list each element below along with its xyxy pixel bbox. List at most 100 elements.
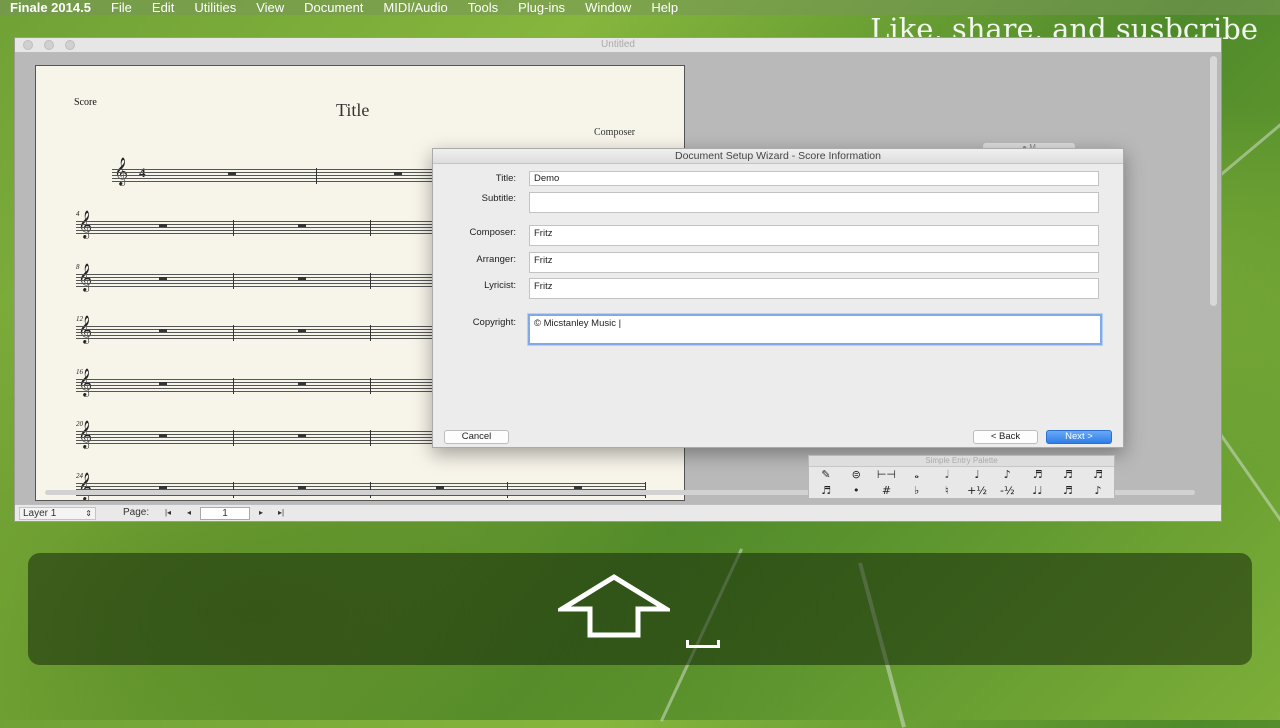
whole-rest <box>159 277 167 280</box>
palette-tool-icon[interactable]: ♩ <box>964 468 990 482</box>
page-number-input[interactable]: 1 <box>200 507 250 520</box>
back-button[interactable]: < Back <box>973 430 1038 444</box>
layer-value: Layer 1 <box>23 508 57 519</box>
whole-rest <box>298 434 306 437</box>
palette-tool-icon[interactable]: ♬ <box>1085 468 1111 482</box>
palette-title: Simple Entry Palette <box>809 456 1114 467</box>
first-page-icon[interactable]: |◂ <box>161 507 175 519</box>
barline <box>233 430 234 446</box>
next-button[interactable]: Next > <box>1046 430 1112 444</box>
whole-rest <box>228 172 236 175</box>
whole-rest <box>436 486 444 489</box>
dialog-title: Document Setup Wizard - Score Informatio… <box>433 149 1123 164</box>
palette-tool-icon[interactable]: ♬ <box>1025 468 1051 482</box>
palette-tool-icon[interactable]: ♮ <box>934 484 960 497</box>
simple-entry-palette: Simple Entry Palette ✎ ⊜ ⊢⊣ 𝅝 𝅗𝅥 ♩ ♪ ♬ ♬… <box>808 455 1115 499</box>
barline <box>233 273 234 289</box>
composer-field[interactable]: Fritz <box>529 225 1099 246</box>
palette-tool-icon[interactable]: ♬ <box>1055 484 1081 497</box>
palette-tool-icon[interactable]: ♪ <box>994 468 1020 482</box>
palette-tool-icon[interactable]: • <box>843 484 869 497</box>
menu-plugins[interactable]: Plug-ins <box>518 0 565 15</box>
arranger-label: Arranger: <box>476 254 516 265</box>
whole-rest <box>159 434 167 437</box>
composer-label: Composer: <box>469 227 516 238</box>
barline <box>370 378 371 394</box>
document-setup-wizard-dialog: Document Setup Wizard - Score Informatio… <box>432 148 1124 448</box>
title-field[interactable]: Demo <box>529 171 1099 186</box>
status-bar: Layer 1 ⇕ Page: |◂ ◂ 1 ▸ ▸| <box>15 504 1221 521</box>
menu-midi-audio[interactable]: MIDI/Audio <box>383 0 447 15</box>
previous-page-icon[interactable]: ◂ <box>182 507 196 519</box>
whole-rest <box>159 224 167 227</box>
palette-tool-icon[interactable]: 𝅝 <box>904 468 930 482</box>
minimize-window-icon[interactable] <box>44 40 54 50</box>
title-label: Title: <box>495 173 516 184</box>
menu-tools[interactable]: Tools <box>468 0 498 15</box>
lyricist-field[interactable]: Fritz <box>529 278 1099 299</box>
subtitle-label: Subtitle: <box>481 193 516 204</box>
lyricist-label: Lyricist: <box>484 280 516 291</box>
palette-row-2: ♬ • # ♭ ♮ +½ -½ ♩♩ ♬ ♪ <box>813 484 1111 497</box>
menu-window[interactable]: Window <box>585 0 631 15</box>
score-title[interactable]: Title <box>336 100 369 121</box>
layer-select[interactable]: Layer 1 ⇕ <box>19 507 96 520</box>
palette-tool-icon[interactable]: 𝅗𝅥 <box>934 468 960 482</box>
whole-rest <box>298 382 306 385</box>
menu-document[interactable]: Document <box>304 0 363 15</box>
palette-tool-icon[interactable]: ♩♩ <box>1025 484 1051 497</box>
palette-tool-icon[interactable]: ♪ <box>1085 484 1111 497</box>
next-page-icon[interactable]: ▸ <box>254 507 268 519</box>
score-label: Score <box>74 97 97 108</box>
palette-tool-icon[interactable]: ⊜ <box>843 468 869 482</box>
copyright-label: Copyright: <box>472 317 516 328</box>
window-titlebar: Untitled <box>15 38 1221 53</box>
cancel-button[interactable]: Cancel <box>444 430 509 444</box>
whole-rest <box>159 329 167 332</box>
barline <box>370 273 371 289</box>
last-page-icon[interactable]: ▸| <box>274 507 288 519</box>
barline <box>370 325 371 341</box>
palette-tool-icon[interactable]: ♬ <box>1055 468 1081 482</box>
barline <box>370 430 371 446</box>
window-title: Untitled <box>601 39 635 50</box>
chevron-updown-icon: ⇕ <box>85 509 92 518</box>
menu-edit[interactable]: Edit <box>152 0 174 15</box>
close-window-icon[interactable] <box>23 40 33 50</box>
subtitle-field[interactable] <box>529 192 1099 213</box>
menu-utilities[interactable]: Utilities <box>194 0 236 15</box>
barline <box>370 220 371 236</box>
barline <box>233 220 234 236</box>
menu-file[interactable]: File <box>111 0 132 15</box>
palette-tool-icon[interactable]: ✎ <box>813 468 839 482</box>
palette-tool-icon[interactable]: +½ <box>964 484 990 497</box>
palette-row-1: ✎ ⊜ ⊢⊣ 𝅝 𝅗𝅥 ♩ ♪ ♬ ♬ ♬ <box>813 468 1111 482</box>
palette-tool-icon[interactable]: # <box>873 484 899 497</box>
whole-rest <box>298 277 306 280</box>
arranger-field[interactable]: Fritz <box>529 252 1099 273</box>
menu-help[interactable]: Help <box>651 0 678 15</box>
menu-view[interactable]: View <box>256 0 284 15</box>
copyright-field[interactable]: © Micstanley Music | <box>528 314 1102 345</box>
whole-rest <box>298 329 306 332</box>
zoom-window-icon[interactable] <box>65 40 75 50</box>
palette-tool-icon[interactable]: ♭ <box>904 484 930 497</box>
whole-rest <box>574 486 582 489</box>
app-menu[interactable]: Finale 2014.5 <box>10 0 91 15</box>
whole-rest <box>159 486 167 489</box>
space-key-icon <box>686 640 720 648</box>
whole-rest <box>298 224 306 227</box>
palette-tool-icon[interactable]: ♬ <box>813 484 839 497</box>
barline <box>233 378 234 394</box>
barline <box>233 325 234 341</box>
palette-tool-icon[interactable]: -½ <box>994 484 1020 497</box>
whole-rest <box>394 172 402 175</box>
whole-rest <box>159 382 167 385</box>
barline <box>316 168 317 184</box>
shift-key-icon <box>558 574 670 638</box>
vertical-scrollbar[interactable] <box>1210 56 1217 306</box>
palette-tool-icon[interactable]: ⊢⊣ <box>873 468 899 482</box>
score-composer[interactable]: Composer <box>594 127 635 138</box>
whole-rest <box>298 486 306 489</box>
page-label: Page: <box>123 507 150 518</box>
